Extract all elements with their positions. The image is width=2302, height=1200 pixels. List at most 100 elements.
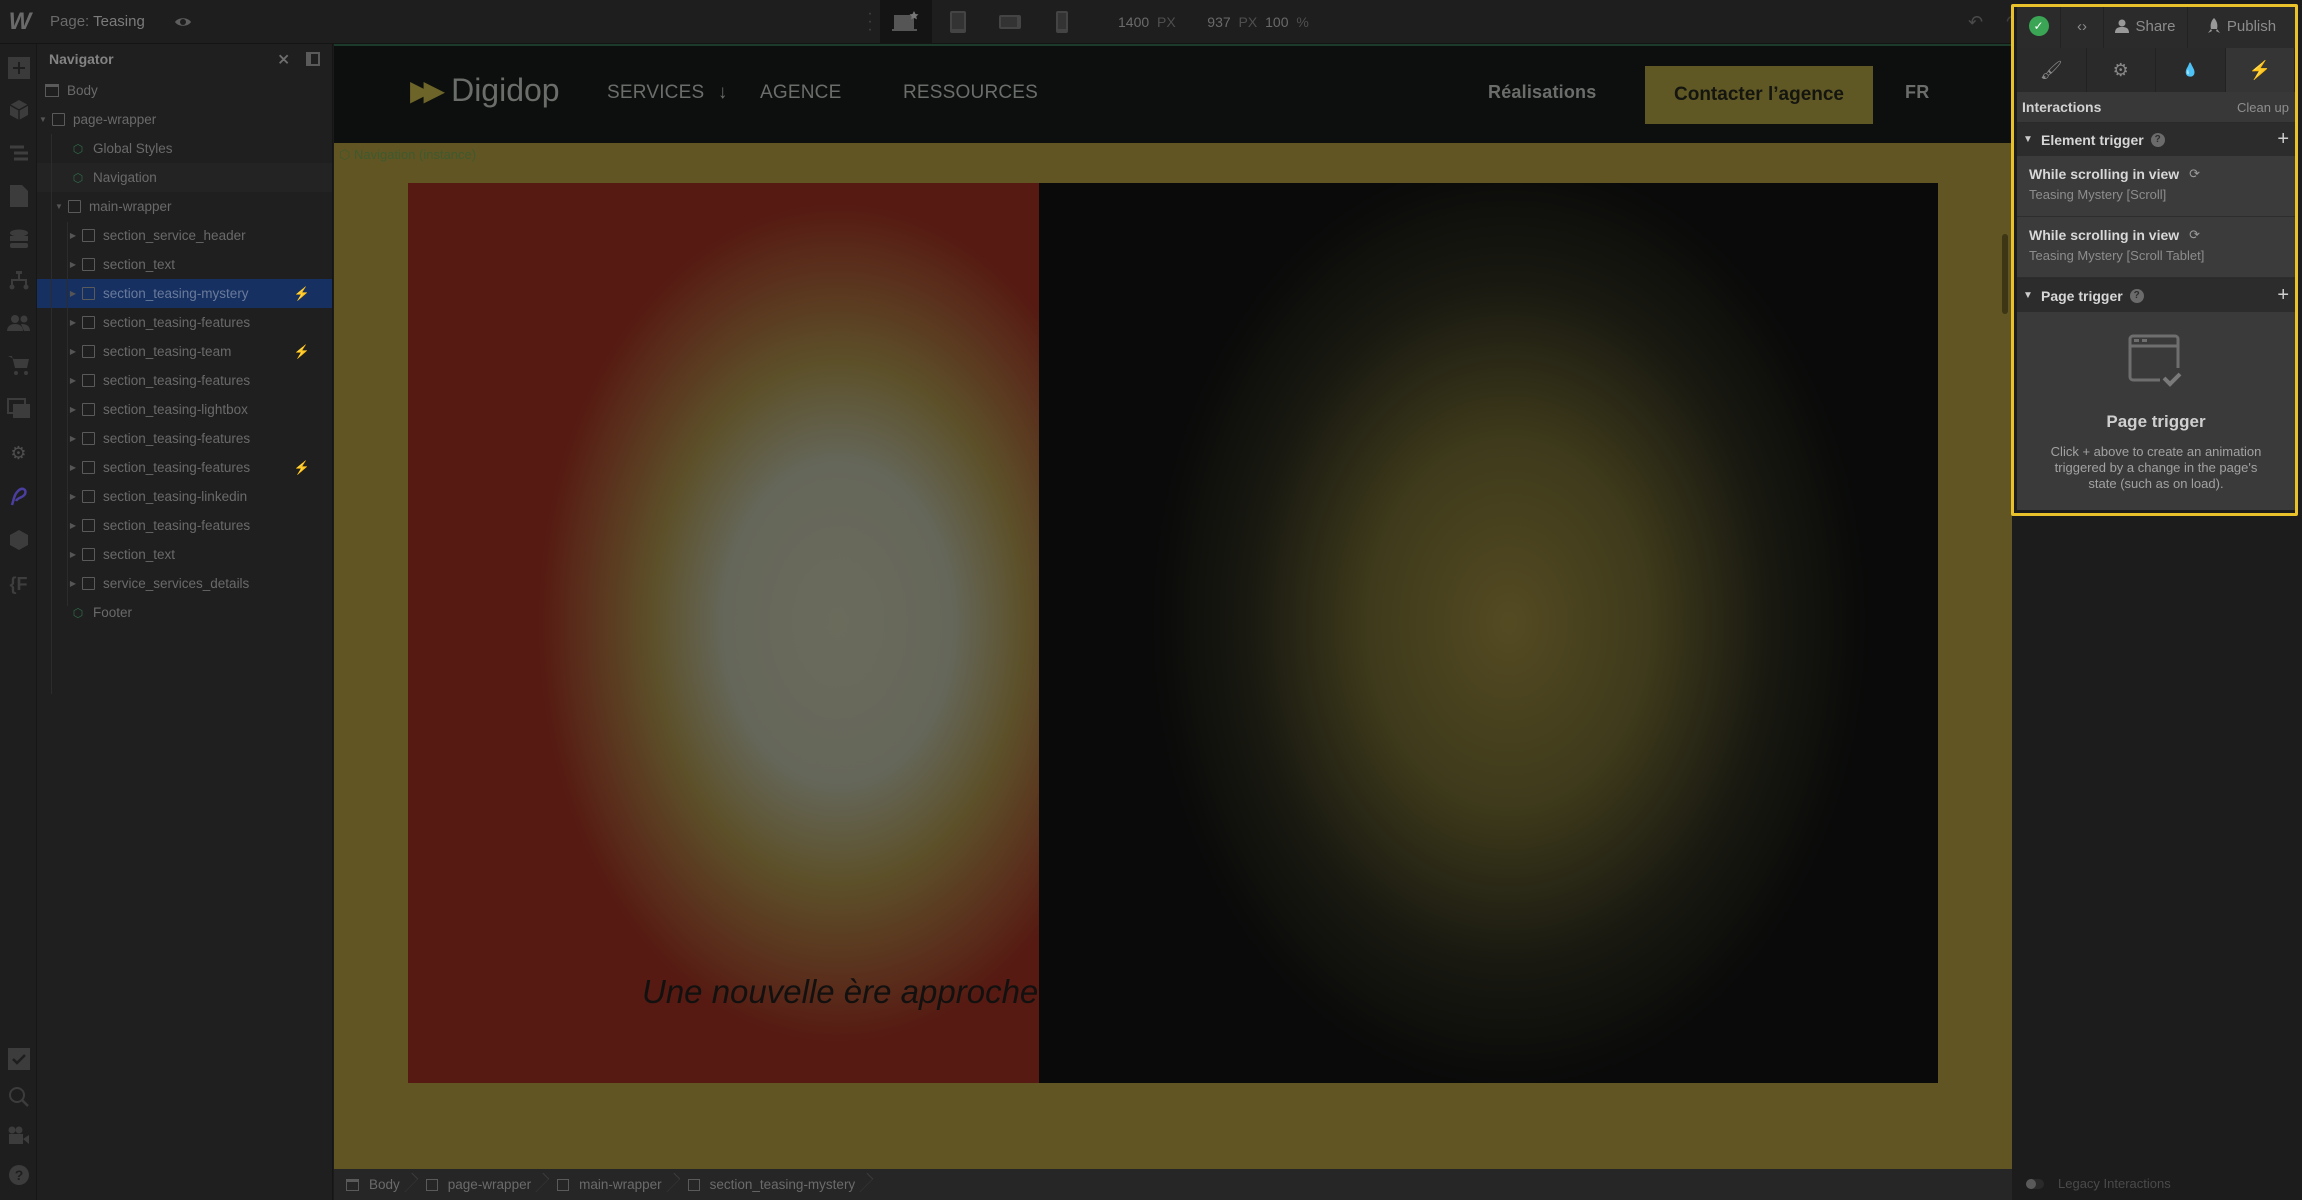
navigator-item[interactable]: ▶ section_service_header [37, 221, 332, 250]
nav-agence[interactable]: AGENCE [760, 82, 841, 104]
caret-down-icon[interactable]: ▼ [2023, 290, 2041, 301]
variables-icon[interactable]: {F [0, 569, 37, 599]
toggle-switch[interactable] [2026, 1178, 2044, 1189]
site-navigation[interactable]: ▶▶ Digidop SERVICES ↓ AGENCE RESSOURCES … [334, 44, 2012, 143]
nav-services[interactable]: SERVICES ↓ [607, 82, 728, 104]
navigator-item[interactable]: ▶ section_teasing-features ⚡ [37, 453, 332, 482]
audit-check-icon[interactable] [0, 1044, 37, 1074]
navigator-item[interactable]: ▶ section_text [37, 250, 332, 279]
navigator-item[interactable]: ▶ section_teasing-features [37, 511, 332, 540]
tablet-breakpoint-icon[interactable] [932, 0, 984, 44]
users-icon[interactable] [0, 308, 37, 338]
navigator-item[interactable]: ▶ section_teasing-features [37, 308, 332, 337]
canvas-zoom[interactable]: 100 [1265, 14, 1288, 30]
settings-icon[interactable]: ⚙ [0, 438, 37, 468]
navigator-item[interactable]: ▶ section_teasing-lightbox [37, 395, 332, 424]
navigator-item[interactable]: ⬡ Footer [37, 598, 332, 627]
navigator-item[interactable]: Body [37, 76, 332, 105]
language-switch[interactable]: FR [1905, 82, 1929, 103]
breadcrumb-item[interactable]: page-wrapper [414, 1169, 545, 1200]
breadcrumb-item[interactable]: main-wrapper [545, 1169, 676, 1200]
nav-ressources[interactable]: RESSOURCES [903, 82, 1038, 104]
caret-down-icon[interactable]: ▼ [37, 115, 49, 124]
navigator-item[interactable]: ▶ section_teasing-features [37, 424, 332, 453]
caret-right-icon[interactable]: ▶ [67, 434, 79, 443]
navigator-item[interactable]: ▼ main-wrapper [37, 192, 332, 221]
contact-agency-button[interactable]: Contacter l’agence [1645, 66, 1873, 124]
clean-up-button[interactable]: Clean up [2237, 100, 2289, 115]
navigator-item[interactable]: ▶ section_teasing-team ⚡ [37, 337, 332, 366]
publish-status[interactable]: ✓ [2017, 4, 2061, 48]
site-brand[interactable]: ▶▶ Digidop [410, 72, 560, 109]
cms-icon[interactable] [0, 225, 37, 255]
more-breakpoints-icon[interactable]: · · · [860, 6, 880, 38]
caret-right-icon[interactable]: ▶ [67, 521, 79, 530]
navigator-item[interactable]: ▶ section_teasing-mystery ⚡ [37, 279, 332, 308]
components-icon[interactable] [0, 95, 37, 125]
element-trigger-item[interactable]: While scrolling in view ⟳ Teasing Mystery… [2017, 156, 2295, 217]
pages-icon[interactable] [0, 181, 37, 211]
logic-icon[interactable] [0, 266, 37, 296]
caret-right-icon[interactable]: ▶ [67, 492, 79, 501]
caret-right-icon[interactable]: ▶ [67, 376, 79, 385]
navigator-item[interactable]: ⬡ Navigation [37, 163, 332, 192]
caret-down-icon[interactable]: ▼ [2023, 134, 2041, 145]
caret-right-icon[interactable]: ▶ [67, 405, 79, 414]
element-trigger-item[interactable]: While scrolling in view ⟳ Teasing Mystery… [2017, 217, 2295, 278]
tab-style[interactable]: 🖌 [2017, 48, 2087, 92]
navigator-item[interactable]: ⬡ Global Styles [37, 134, 332, 163]
canvas-width[interactable]: 1400 [1118, 14, 1149, 30]
assets-icon[interactable] [0, 394, 37, 424]
desktop-breakpoint-icon[interactable] [880, 0, 932, 44]
caret-right-icon[interactable]: ▶ [67, 289, 79, 298]
webflow-logo[interactable]: W [0, 0, 40, 44]
breadcrumb-item[interactable]: section_teasing-mystery [676, 1169, 870, 1200]
help-icon[interactable]: ? [2129, 288, 2144, 303]
navigator-item[interactable]: ▶ section_text [37, 540, 332, 569]
video-tutorials-icon[interactable] [0, 1121, 37, 1151]
design-canvas[interactable]: ▶▶ Digidop SERVICES ↓ AGENCE RESSOURCES … [334, 44, 2012, 1169]
nav-realisations[interactable]: Réalisations [1488, 82, 1596, 103]
tab-style-manager[interactable]: 💧 [2156, 48, 2226, 92]
caret-right-icon[interactable]: ▶ [67, 579, 79, 588]
publish-button[interactable]: Publish [2188, 4, 2295, 48]
tab-settings[interactable]: ⚙ [2087, 48, 2156, 92]
caret-right-icon[interactable]: ▶ [67, 347, 79, 356]
help-icon[interactable]: ? [2150, 132, 2165, 147]
libraries-icon[interactable] [0, 525, 37, 555]
mobile-landscape-breakpoint-icon[interactable] [984, 0, 1036, 44]
caret-right-icon[interactable]: ▶ [67, 231, 79, 240]
mobile-portrait-breakpoint-icon[interactable] [1036, 0, 1088, 44]
navigator-item[interactable]: ▶ section_teasing-features [37, 366, 332, 395]
code-export-icon[interactable]: ‹› [2061, 4, 2104, 48]
section-teasing-mystery[interactable]: Une nouvelle ère approche [408, 183, 1938, 1083]
add-element-trigger-button[interactable]: + [2277, 128, 2289, 151]
caret-right-icon[interactable]: ▶ [67, 463, 79, 472]
add-page-trigger-button[interactable]: + [2277, 284, 2289, 307]
caret-right-icon[interactable]: ▶ [67, 318, 79, 327]
element-trigger-section[interactable]: ▼ Element trigger ? + [2017, 122, 2295, 156]
caret-down-icon[interactable]: ▼ [53, 202, 65, 211]
ecommerce-icon[interactable] [0, 350, 37, 380]
dock-panel-icon[interactable] [306, 52, 320, 66]
caret-right-icon[interactable]: ▶ [67, 260, 79, 269]
share-button[interactable]: Share [2104, 4, 2188, 48]
navigator-item[interactable]: ▼ page-wrapper [37, 105, 332, 134]
help-icon[interactable]: ? [0, 1160, 37, 1190]
navigator-icon[interactable] [0, 139, 37, 169]
legacy-interactions-toggle[interactable]: Legacy Interactions [2026, 1176, 2171, 1191]
preview-eye-icon[interactable] [174, 13, 192, 31]
add-elements-icon[interactable] [0, 53, 37, 83]
search-icon[interactable] [0, 1082, 37, 1112]
navigator-item[interactable]: ▶ service_services_details [37, 569, 332, 598]
canvas-scrollbar[interactable] [2002, 234, 2008, 314]
apps-icon[interactable] [0, 481, 37, 511]
breadcrumb-item[interactable]: Body [334, 1169, 414, 1200]
page-trigger-section[interactable]: ▼ Page trigger ? + [2017, 278, 2295, 312]
navigator-item[interactable]: ▶ section_teasing-linkedin [37, 482, 332, 511]
page-selector[interactable]: Page: Teasing [50, 0, 145, 44]
caret-right-icon[interactable]: ▶ [67, 550, 79, 559]
undo-icon[interactable]: ↶ [1968, 12, 1983, 33]
collapse-all-icon[interactable]: ⨯ [277, 50, 290, 68]
tab-interactions[interactable]: ⚡ [2225, 48, 2295, 92]
